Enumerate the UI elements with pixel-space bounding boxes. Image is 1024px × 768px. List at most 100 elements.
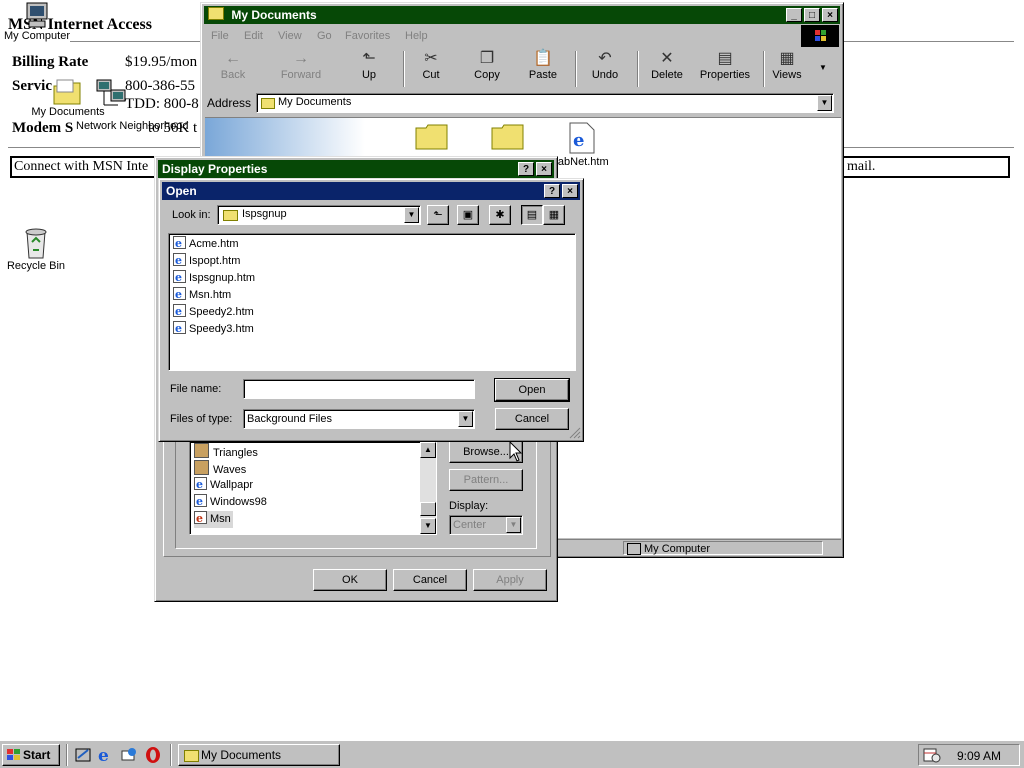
taskbar-separator xyxy=(66,744,68,766)
windows-flag-icon xyxy=(7,749,20,760)
scissors-icon: ✂ xyxy=(424,50,438,67)
forward-button[interactable]: → Forward xyxy=(275,49,327,87)
open-dialog-titlebar[interactable]: Open ? × xyxy=(162,182,580,200)
desktop-button[interactable]: ▣ xyxy=(457,205,479,225)
ok-button[interactable]: OK xyxy=(313,569,387,591)
clock[interactable]: 9:09 AM xyxy=(957,749,1001,763)
menu-favorites[interactable]: Favorites xyxy=(345,26,390,46)
properties-label: Properties xyxy=(699,69,751,81)
task-label: My Documents xyxy=(201,748,282,762)
file-label[interactable]: llabNet.htm xyxy=(553,156,609,168)
menu-help[interactable]: Help xyxy=(405,26,428,46)
file-item[interactable]: e Speedy3.htm xyxy=(173,321,254,338)
desktop-icon-network[interactable]: Network Neighborhood xyxy=(76,78,189,132)
folder-icon[interactable] xyxy=(415,122,449,150)
display-select[interactable]: Center ▼ xyxy=(449,515,523,535)
show-desktop-icon[interactable] xyxy=(74,746,92,764)
chevron-down-icon[interactable]: ▼ xyxy=(506,517,521,533)
scrollbar[interactable]: ▲ ▼ xyxy=(420,442,436,534)
internet-explorer-icon[interactable]: e xyxy=(96,746,114,766)
views-dropdown-arrow-icon[interactable]: ▼ xyxy=(819,63,827,72)
taskbar-task-my-documents[interactable]: My Documents xyxy=(178,744,340,766)
list-item[interactable]: Waves xyxy=(194,460,246,477)
copy-label: Copy xyxy=(474,69,500,81)
open-dialog[interactable]: Open ? × Look in: Ispsgnup ▼ ⬑ ▣ ✱ ▤ ▦ e… xyxy=(158,178,584,442)
scroll-up-icon[interactable]: ▲ xyxy=(420,442,436,458)
menu-view[interactable]: View xyxy=(278,26,302,46)
file-item[interactable]: e Ispopt.htm xyxy=(173,253,240,270)
scroll-thumb[interactable] xyxy=(420,502,436,516)
minimize-button[interactable]: _ xyxy=(786,8,802,22)
cancel-button[interactable]: Cancel xyxy=(495,408,569,430)
svg-text:e: e xyxy=(175,322,182,334)
connect-text: Connect with MSN Inte xyxy=(14,159,149,174)
html-file-icon: e xyxy=(173,321,186,334)
undo-button[interactable]: ↶ Undo xyxy=(579,49,631,87)
back-button[interactable]: ← Back xyxy=(207,49,259,87)
cut-button[interactable]: ✂ Cut xyxy=(405,49,457,87)
file-item[interactable]: e Msn.htm xyxy=(173,287,231,304)
close-button[interactable]: × xyxy=(562,184,578,198)
chevron-down-icon[interactable]: ▼ xyxy=(458,411,473,427)
folder-icon[interactable] xyxy=(491,122,525,150)
chevron-down-icon[interactable]: ▼ xyxy=(404,207,419,223)
start-button[interactable]: Start xyxy=(2,744,60,766)
computer-icon xyxy=(26,2,48,28)
paste-button[interactable]: 📋 Paste xyxy=(517,49,569,87)
my-documents-titlebar[interactable]: My Documents _ □ × xyxy=(204,6,840,24)
up-button[interactable]: ⬑ Up xyxy=(343,49,395,87)
outlook-express-icon[interactable] xyxy=(120,746,138,764)
list-item-selected[interactable]: e Msn xyxy=(194,511,233,528)
address-field[interactable]: My Documents ▼ xyxy=(256,93,834,113)
delete-button[interactable]: ✕ Delete xyxy=(641,49,693,87)
bitmap-icon xyxy=(194,460,209,475)
help-button[interactable]: ? xyxy=(544,184,560,198)
file-name-input[interactable] xyxy=(243,379,475,399)
display-value: Center xyxy=(453,519,487,531)
files-of-type-select[interactable]: Background Files ▼ xyxy=(243,409,475,429)
scroll-down-icon[interactable]: ▼ xyxy=(420,518,436,534)
html-file-icon[interactable]: e xyxy=(567,122,597,154)
list-item[interactable]: e Windows98 xyxy=(194,494,267,511)
file-item-label: Ispopt.htm xyxy=(189,255,241,267)
system-tray: 9:09 AM xyxy=(918,744,1020,766)
file-item[interactable]: e Speedy2.htm xyxy=(173,304,254,321)
help-button[interactable]: ? xyxy=(518,162,534,176)
desktop-icon-label: Network Neighborhood xyxy=(76,120,189,132)
menu-edit[interactable]: Edit xyxy=(244,26,263,46)
close-button[interactable]: × xyxy=(536,162,552,176)
svg-text:e: e xyxy=(573,130,584,151)
close-button[interactable]: × xyxy=(822,8,838,22)
wallpaper-list[interactable]: Triangles Waves e Wallpapr e Windows98 e Ms… xyxy=(189,441,437,535)
pattern-button[interactable]: Pattern... xyxy=(449,469,523,491)
resize-grip-icon[interactable] xyxy=(569,427,581,439)
details-view-button[interactable]: ▦ xyxy=(543,205,565,225)
look-in-select[interactable]: Ispsgnup ▼ xyxy=(217,205,421,225)
display-properties-titlebar[interactable]: Display Properties ? × xyxy=(158,160,554,178)
menu-file[interactable]: File xyxy=(211,26,229,46)
views-button[interactable]: ▦ Views xyxy=(761,49,813,87)
desktop-icon-recycle-bin[interactable]: Recycle Bin xyxy=(2,226,70,272)
desktop-icon: ▣ xyxy=(462,209,474,221)
new-folder-button[interactable]: ✱ xyxy=(489,205,511,225)
list-item[interactable]: Triangles xyxy=(194,443,258,460)
file-list[interactable]: e Acme.htm e Ispopt.htm e Ispsgnup.htm e Msn… xyxy=(168,233,576,371)
file-item[interactable]: e Ispsgnup.htm xyxy=(173,270,255,287)
desktop-icon-my-computer[interactable]: My Computer xyxy=(2,2,72,42)
taskbar-separator xyxy=(170,744,172,766)
list-item[interactable]: e Wallpapr xyxy=(194,477,253,494)
address-dropdown-icon[interactable]: ▼ xyxy=(817,95,832,111)
scheduler-icon[interactable] xyxy=(923,747,941,763)
list-view-button[interactable]: ▤ xyxy=(521,205,543,225)
cancel-button[interactable]: Cancel xyxy=(393,569,467,591)
copy-button[interactable]: ❐ Copy xyxy=(461,49,513,87)
up-one-level-button[interactable]: ⬑ xyxy=(427,205,449,225)
open-button[interactable]: Open xyxy=(494,378,570,402)
apply-button[interactable]: Apply xyxy=(473,569,547,591)
file-item[interactable]: e Acme.htm xyxy=(173,236,239,253)
maximize-button[interactable]: □ xyxy=(804,8,820,22)
opera-icon[interactable] xyxy=(144,746,162,764)
properties-button[interactable]: ▤ Properties xyxy=(695,49,755,87)
details-view-icon: ▦ xyxy=(548,209,560,221)
menu-go[interactable]: Go xyxy=(317,26,332,46)
